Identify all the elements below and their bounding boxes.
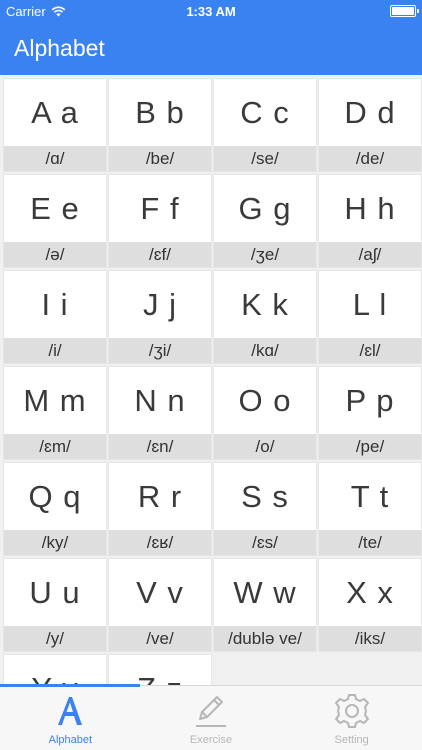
letter-card[interactable]: Q q/ky/ [4,463,106,555]
letter-label: R r [137,478,183,514]
phonetic-label: /ʒi/ [109,338,211,363]
letter-card[interactable]: R r/ɛʁ/ [109,463,211,555]
letter-card[interactable]: G g/ʒe/ [214,175,316,267]
wifi-icon [51,6,66,16]
letter-label: B b [135,94,185,130]
tab-exercise[interactable]: Exercise [141,686,282,750]
phonetic-label: /se/ [214,146,316,171]
phonetic-label: /be/ [109,146,211,171]
letter-label: W w [233,574,297,610]
letter-label: F f [140,190,180,226]
tab-bar: Alphabet Exercise Setting [0,684,422,750]
phonetic-label: /i/ [4,338,106,363]
phonetic-label: /ɛʁ/ [109,530,211,555]
status-bar: Carrier 1:33 AM [0,0,422,22]
phonetic-label: /iks/ [319,626,421,651]
letter-label: X x [346,574,394,610]
letter-label: O o [238,382,292,418]
phonetic-label: /pe/ [319,434,421,459]
phonetic-label: /te/ [319,530,421,555]
letter-card[interactable]: T t/te/ [319,463,421,555]
letter-card[interactable]: B b/be/ [109,79,211,171]
letter-card[interactable]: Z z [109,655,211,685]
phonetic-label: /ky/ [4,530,106,555]
letter-card[interactable]: Y y [4,655,106,685]
letter-card[interactable]: L l/ɛl/ [319,271,421,363]
letter-card[interactable]: J j/ʒi/ [109,271,211,363]
phonetic-label: /ə/ [4,242,106,267]
letter-label: C c [240,94,290,130]
letter-card[interactable]: I i/i/ [4,271,106,363]
gear-icon [333,691,371,731]
page-title: Alphabet [14,35,105,61]
phonetic-label: /aʃ/ [319,242,421,267]
letter-card[interactable]: W w/dublə ve/ [214,559,316,651]
nav-bar: Alphabet [0,22,422,75]
alphabet-grid: A a/ɑ/B b/be/C c/se/D d/de/E e/ə/F f/ɛf/… [0,75,422,685]
letter-card[interactable]: V v/ve/ [109,559,211,651]
alphabet-grid-scroll[interactable]: A a/ɑ/B b/be/C c/se/D d/de/E e/ə/F f/ɛf/… [0,75,422,685]
status-left: Carrier [6,4,66,19]
phonetic-label: /de/ [319,146,421,171]
battery-icon [390,5,419,17]
letter-label: Z z [109,655,211,686]
letter-label: E e [30,190,80,226]
phonetic-label: /dublə ve/ [214,626,316,651]
letter-label: J j [143,286,177,322]
tab-label-alphabet: Alphabet [48,734,93,746]
letter-label: K k [241,286,289,322]
letter-card[interactable]: U u/y/ [4,559,106,651]
phonetic-label: /ɛs/ [214,530,316,555]
phonetic-label: /o/ [214,434,316,459]
carrier-label: Carrier [6,3,46,19]
letter-card[interactable]: X x/iks/ [319,559,421,651]
phonetic-label: /ɛl/ [319,338,421,363]
phonetic-label: /kɑ/ [214,338,316,363]
letter-card[interactable]: H h/aʃ/ [319,175,421,267]
letter-label: L l [352,286,388,322]
letter-label: P p [345,382,395,418]
letter-label: M m [23,382,87,418]
letter-card[interactable]: A a/ɑ/ [4,79,106,171]
letter-card[interactable]: O o/o/ [214,367,316,459]
letter-card[interactable]: N n/ɛn/ [109,367,211,459]
letter-label: Q q [28,478,82,514]
letter-label: U u [29,574,81,610]
phonetic-label: /ʒe/ [214,242,316,267]
phonetic-label: /ɛf/ [109,242,211,267]
letter-card[interactable]: D d/de/ [319,79,421,171]
phonetic-label: /ɑ/ [4,146,106,171]
letter-label: T t [350,478,390,514]
phonetic-label: /y/ [4,626,106,651]
letter-card[interactable]: P p/pe/ [319,367,421,459]
active-tab-indicator [0,684,140,687]
letter-label: S s [241,478,289,514]
letter-card[interactable]: K k/kɑ/ [214,271,316,363]
phonetic-label: /ɛm/ [4,434,106,459]
letter-card[interactable]: C c/se/ [214,79,316,171]
letter-label: D d [344,94,396,130]
letter-card[interactable]: E e/ə/ [4,175,106,267]
pencil-icon [191,691,231,731]
letter-label: N n [134,382,186,418]
tab-setting[interactable]: Setting [281,686,422,750]
tab-alphabet[interactable]: Alphabet [0,686,141,750]
letter-label: G g [238,190,292,226]
phonetic-label: /ve/ [109,626,211,651]
tab-label-exercise: Exercise [189,734,233,746]
phonetic-label: /ɛn/ [109,434,211,459]
letter-label: A a [31,94,79,130]
letter-label: I i [41,286,69,322]
letter-label: H h [344,190,396,226]
letter-label: Y y [4,655,106,686]
tab-label-setting: Setting [334,734,369,746]
letter-card[interactable]: S s/ɛs/ [214,463,316,555]
letter-card[interactable]: M m/ɛm/ [4,367,106,459]
letter-a-icon [52,691,88,731]
letter-label: V v [136,574,184,610]
letter-card[interactable]: F f/ɛf/ [109,175,211,267]
